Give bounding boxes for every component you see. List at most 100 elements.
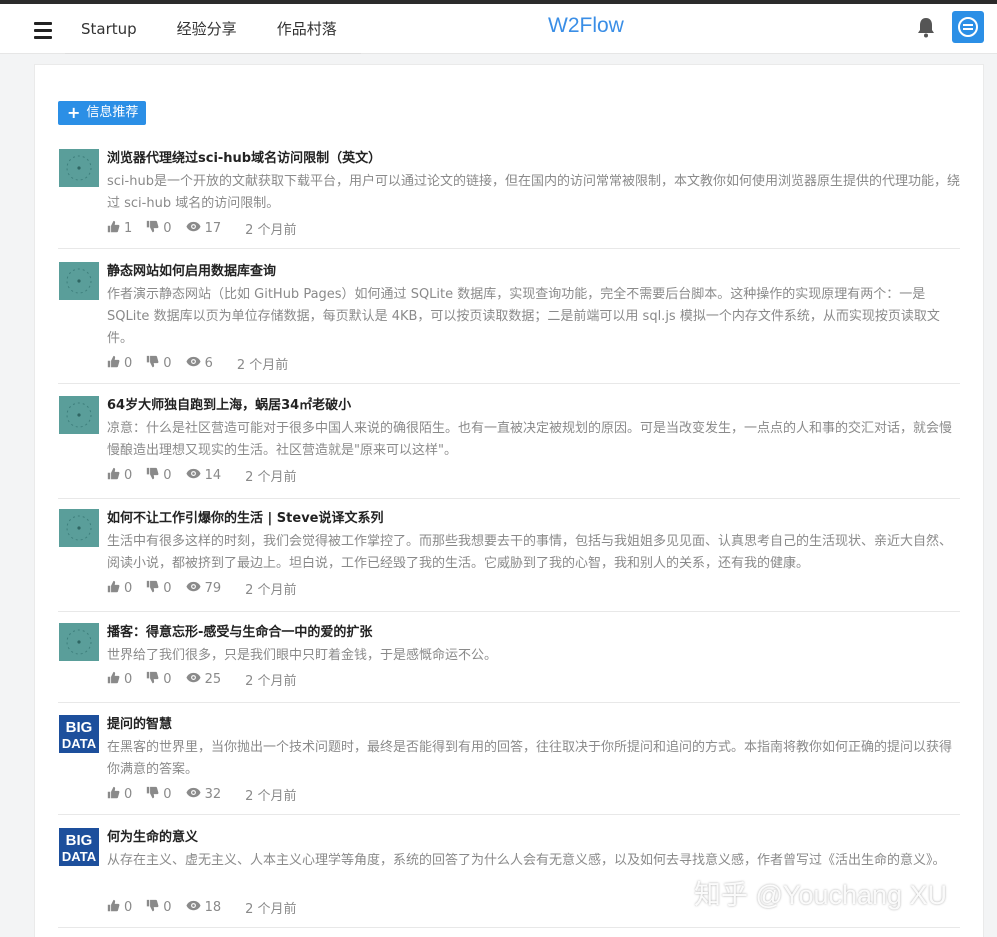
hamburger-menu-icon[interactable] <box>34 22 52 39</box>
watermark: 知乎 @Youchang XU <box>694 880 948 910</box>
views: 79 <box>186 581 221 596</box>
like-count: 0 <box>124 900 133 915</box>
like-button[interactable]: 0 <box>107 899 132 916</box>
nav-startup[interactable]: Startup <box>65 4 153 53</box>
thumbs-up-icon <box>107 899 124 916</box>
list-item[interactable]: 浏览器代理绕过sci-hub域名访问限制（英文） sci-hub是一个开放的文献获… <box>58 149 960 249</box>
article-title[interactable]: 浏览器代理绕过sci-hub域名访问限制（英文） <box>107 149 381 169</box>
article-meta: 0 0 32 2 个月前 <box>107 785 297 804</box>
article-meta: 0 0 14 2 个月前 <box>107 466 297 485</box>
views: 32 <box>186 787 222 802</box>
timestamp: 2 个月前 <box>245 789 297 804</box>
timestamp: 2 个月前 <box>245 674 297 689</box>
dislike-count: 0 <box>163 787 172 802</box>
eye-icon <box>186 900 205 915</box>
like-button[interactable]: 0 <box>107 786 132 803</box>
like-count: 1 <box>124 221 133 236</box>
views: 17 <box>186 221 221 236</box>
list-item[interactable]: BIG DATA 提问的智慧 在黑客的世界里，当你抛出一个技术问题时，最终是否能得到有… <box>58 715 960 815</box>
view-count: 14 <box>204 468 222 483</box>
thumbs-down-icon <box>146 355 163 372</box>
thumbs-up-icon <box>107 467 124 484</box>
like-count: 0 <box>124 581 133 596</box>
like-count: 0 <box>124 672 133 687</box>
article-title[interactable]: 何为生命的意义 <box>107 828 198 848</box>
article-meta: 0 0 18 2 个月前 <box>107 898 297 917</box>
recommend-button[interactable]: + 信息推荐 <box>58 101 147 125</box>
nav-experience[interactable]: 经验分享 <box>161 4 253 53</box>
article-meta: 0 0 79 2 个月前 <box>107 579 297 598</box>
plus-icon: + <box>67 103 81 122</box>
like-button[interactable]: 0 <box>107 671 132 688</box>
dislike-button[interactable]: 0 <box>146 671 172 688</box>
article-description: 作者演示静态网站（比如 GitHub Pages）如何通过 SQLite 数据库… <box>107 287 940 346</box>
svg-text:DATA: DATA <box>62 736 97 751</box>
like-button[interactable]: 0 <box>107 580 132 597</box>
list-item[interactable]: 64岁大师独自跑到上海，蜗居34㎡老破小凉意：什么是社区营造可能对于很多中国人来… <box>58 396 960 499</box>
list-item[interactable]: 播客：得意忘形-感受与生命合一中的爱的扩张世界给了我们很多，只是我们眼中只盯着金… <box>58 623 960 703</box>
dislike-count: 0 <box>163 468 172 483</box>
svg-text:BIG: BIG <box>66 719 93 736</box>
views: 18 <box>186 900 222 915</box>
dislike-count: 0 <box>163 900 172 915</box>
list-item[interactable]: 如何不让工作引爆你的生活 | Steve说译文系列生活中有很多这样的时刻，我们会… <box>58 509 960 612</box>
like-button[interactable]: 0 <box>107 467 132 484</box>
view-count: 25 <box>204 672 222 687</box>
thumbs-down-icon <box>146 220 163 237</box>
list-item[interactable]: 静态网站如何启用数据库查询作者演示静态网站（比如 GitHub Pages）如何… <box>58 262 960 384</box>
view-count: 6 <box>204 356 213 371</box>
dislike-button[interactable]: 0 <box>146 355 172 372</box>
dislike-button[interactable]: 0 <box>146 467 172 484</box>
article-thumbnail <box>59 623 99 661</box>
timestamp: 2 个月前 <box>245 223 297 238</box>
views: 14 <box>186 468 222 483</box>
timestamp: 2 个月前 <box>245 470 297 485</box>
article-title[interactable]: 播客：得意忘形-感受与生命合一中的爱的扩张 <box>107 623 372 643</box>
article-thumbnail <box>59 149 99 187</box>
article-meta: 0 0 6 2 个月前 <box>107 354 288 373</box>
thumbs-down-icon <box>146 467 163 484</box>
nav-works[interactable]: 作品村落 <box>261 4 353 53</box>
like-button[interactable]: 0 <box>107 355 132 372</box>
dislike-button[interactable]: 0 <box>146 786 172 803</box>
svg-text:DATA: DATA <box>62 849 97 864</box>
thumbs-down-icon <box>146 786 163 803</box>
thumbs-up-icon <box>107 220 124 237</box>
article-description: 凉意：什么是社区营造可能对于很多中国人来说的确很陌生。也有一直被决定被规划的原因… <box>107 421 953 458</box>
eye-icon <box>186 221 205 236</box>
article-thumbnail <box>59 396 99 434</box>
user-avatar[interactable] <box>952 11 984 43</box>
dislike-count: 0 <box>163 581 172 596</box>
thumbs-up-icon <box>107 355 124 372</box>
dislike-button[interactable]: 0 <box>146 580 172 597</box>
article-description: 生活中有很多这样的时刻，我们会觉得被工作掌控了。而那些我想要去干的事情，包括与我… <box>107 534 953 571</box>
article-meta: 1 0 17 2 个月前 <box>107 219 297 238</box>
thumbs-up-icon <box>107 580 124 597</box>
timestamp: 2 个月前 <box>236 358 289 373</box>
article-description: 世界给了我们很多，只是我们眼中只盯着金钱，于是感慨命运不公。 <box>107 648 498 663</box>
article-title[interactable]: 64岁大师独自跑到上海，蜗居34㎡老破小 <box>107 396 351 416</box>
header: Startup 经验分享 作品村落 W2Flow <box>0 4 997 54</box>
article-title[interactable]: 如何不让工作引爆你的生活 | Steve说译文系列 <box>107 509 384 529</box>
view-count: 18 <box>204 900 222 915</box>
recommend-label: 信息推荐 <box>86 105 139 120</box>
eye-icon <box>186 672 205 687</box>
article-title[interactable]: 静态网站如何启用数据库查询 <box>107 262 276 282</box>
big-data-thumbnail: BIG DATA <box>59 715 99 753</box>
thumbs-up-icon <box>107 786 124 803</box>
thumbs-up-icon <box>107 671 124 688</box>
like-button[interactable]: 1 <box>107 220 132 237</box>
view-count: 32 <box>204 787 222 802</box>
content-card: + 信息推荐 浏览器代理绕过sci-hub域名访问限制（英文） sci-hub是一… <box>34 64 984 937</box>
big-data-thumbnail: BIG DATA <box>59 828 99 866</box>
eye-icon <box>186 356 205 371</box>
article-title[interactable]: 提问的智慧 <box>107 715 172 735</box>
bell-icon[interactable] <box>916 16 936 38</box>
eye-icon <box>186 787 205 802</box>
dislike-count: 0 <box>163 356 172 371</box>
like-count: 0 <box>124 356 133 371</box>
dislike-button[interactable]: 0 <box>146 220 172 237</box>
brand-title[interactable]: W2Flow <box>548 14 624 38</box>
like-count: 0 <box>124 787 133 802</box>
dislike-button[interactable]: 0 <box>146 899 172 916</box>
